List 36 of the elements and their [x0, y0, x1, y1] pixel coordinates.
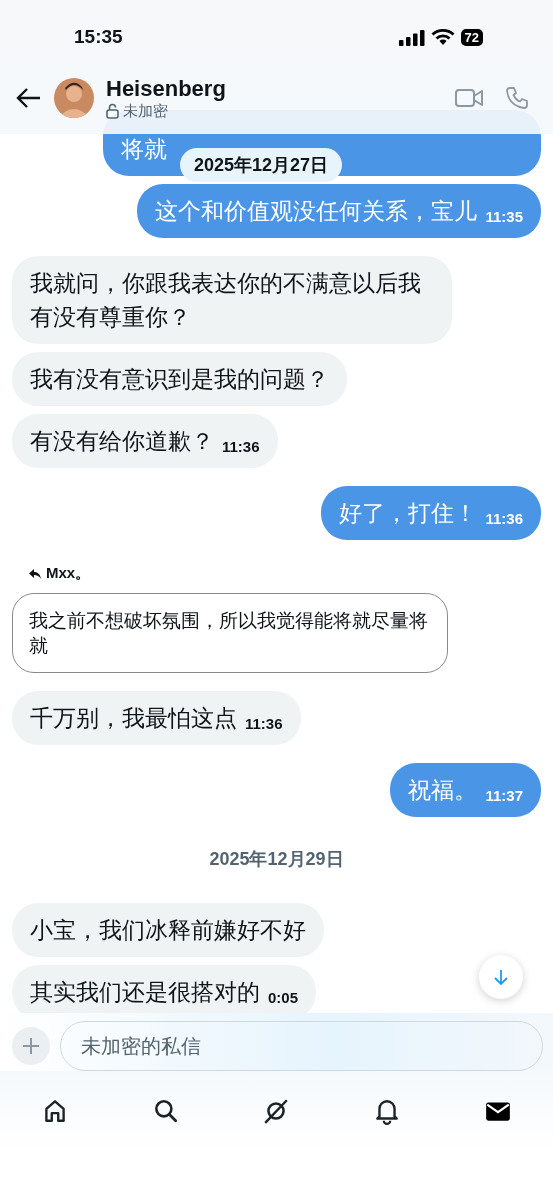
- back-arrow-icon[interactable]: [16, 87, 42, 109]
- plus-icon: [22, 1037, 40, 1055]
- message-time: 11:36: [222, 437, 260, 457]
- quoted-message: 我之前不想破坏氛围，所以我觉得能将就尽量将就: [12, 593, 448, 673]
- message-text: 我就问，你跟我表达你的不满意以后我有没有尊重你？: [30, 269, 422, 332]
- message-input[interactable]: 未加密的私信: [60, 1021, 543, 1071]
- message-text: 这个和价值观没任何关系，宝儿: [155, 197, 478, 226]
- avatar[interactable]: [54, 78, 94, 118]
- message-time: 11:36: [485, 509, 523, 529]
- battery-level: 72: [460, 29, 483, 46]
- encryption-status: 未加密: [123, 101, 168, 121]
- message-text: 千万别，我最怕这点: [30, 704, 237, 733]
- phone-icon[interactable]: [505, 86, 529, 110]
- message-text: 我有没有意识到是我的问题？: [30, 365, 329, 394]
- message-text: 小宝，我们冰释前嫌好不好: [30, 916, 306, 945]
- status-time: 15:35: [74, 26, 123, 49]
- wifi-icon: [430, 29, 455, 46]
- unlocked-icon: [106, 103, 119, 119]
- message-time: 11:37: [485, 786, 523, 806]
- message-text: 将就: [121, 135, 167, 164]
- message-time: 11:35: [485, 207, 523, 227]
- reply-author: Mxx。: [46, 564, 91, 583]
- reply-icon: [28, 567, 42, 580]
- message-time: 0:05: [268, 988, 299, 1008]
- message-text: 其实我们还是很搭对的: [30, 978, 260, 1007]
- date-separator: 2025年12月29日: [209, 848, 344, 871]
- signal-icon: [398, 29, 425, 46]
- message-text: 有没有给你道歉？: [30, 427, 214, 456]
- video-call-icon[interactable]: [455, 88, 483, 108]
- date-pill: 2025年12月27日: [180, 148, 343, 182]
- arrow-down-icon: [493, 968, 509, 986]
- message-time: 11:36: [245, 714, 283, 734]
- message-text: 好了，打住！: [339, 499, 478, 528]
- message-text: 祝福。: [408, 776, 478, 805]
- contact-name: Heisenberg: [106, 75, 227, 102]
- add-button[interactable]: [12, 1027, 50, 1065]
